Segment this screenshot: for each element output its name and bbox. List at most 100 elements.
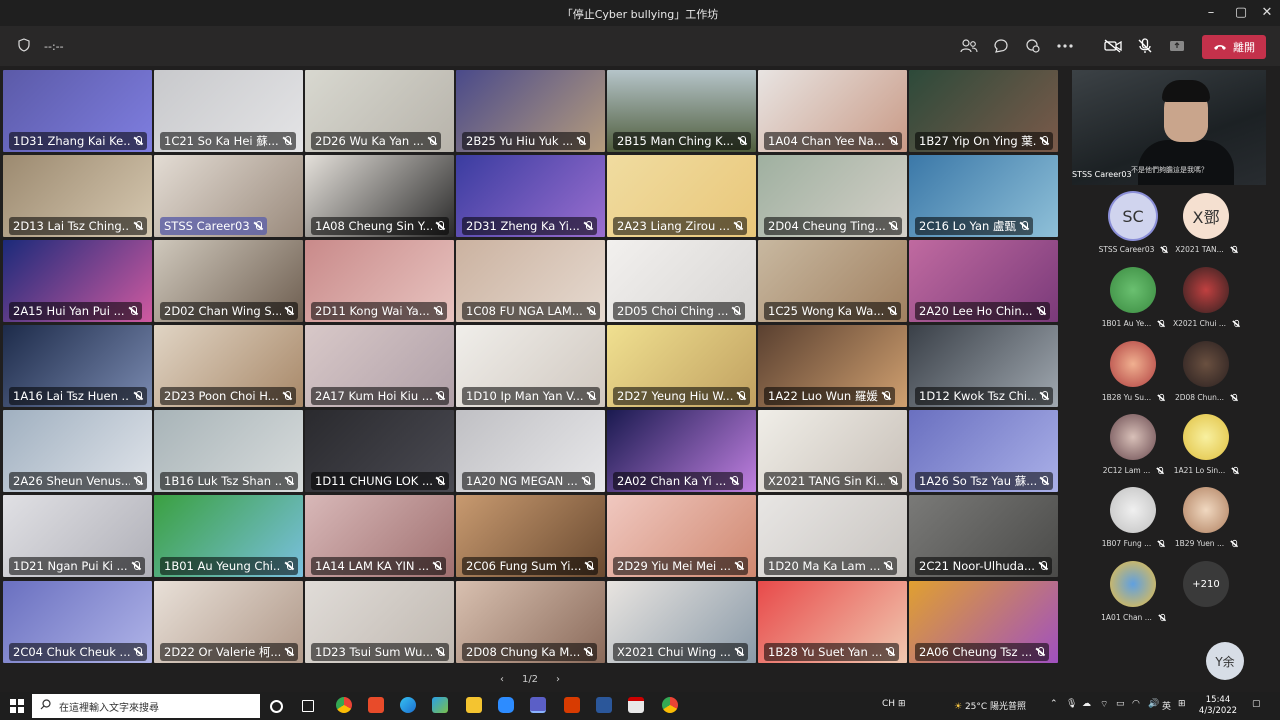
participant-video-tile[interactable]: 2C04 Chuk Cheuk ... [3, 581, 152, 663]
attendee-avatar[interactable]: 2D08 Chun... [1166, 341, 1246, 402]
participant-video-tile[interactable]: 2D23 Poon Choi H... [154, 325, 303, 407]
participant-video-tile[interactable]: 2A20 Lee Ho Chin... [909, 240, 1058, 322]
clock[interactable]: 15:44 4/3/2022 [1198, 695, 1238, 717]
teams-icon[interactable] [530, 697, 546, 713]
participant-video-tile[interactable]: 2D29 Yiu Mei Mei ... [607, 495, 756, 577]
attendee-avatar[interactable]: X鄧 X2021 TAN... [1166, 193, 1246, 254]
participant-video-tile[interactable]: 1A22 Luo Wun 羅媛 [758, 325, 907, 407]
chrome-icon-2[interactable] [662, 697, 678, 713]
previous-page-icon[interactable]: ‹ [500, 674, 504, 685]
participant-video-tile[interactable]: 1D11 CHUNG LOK ... [305, 410, 454, 492]
pdf-icon[interactable] [628, 697, 644, 713]
show-hidden-icons[interactable]: ⌃ [1050, 699, 1058, 709]
app-icon[interactable] [368, 697, 384, 713]
participant-video-tile[interactable]: 1A16 Lai Tsz Huen ... [3, 325, 152, 407]
cortana-icon[interactable] [270, 700, 283, 713]
input-switch-icon[interactable]: ⊞ [898, 699, 906, 709]
taskbar-search-box[interactable]: 在這裡輸入文字來搜尋 [32, 694, 260, 718]
attendee-avatar[interactable]: 1B29 Yuen ... [1166, 487, 1246, 548]
store-icon[interactable] [432, 697, 448, 713]
participant-video-tile[interactable]: 2A23 Liang Zirou ... [607, 155, 756, 237]
close-button[interactable]: ✕ [1252, 0, 1280, 26]
notification-icon[interactable]: ▢ [1252, 699, 1261, 709]
participant-video-tile[interactable]: 2A17 Kum Hoi Kiu ... [305, 325, 454, 407]
participant-video-tile[interactable]: 2D13 Lai Tsz Ching... [3, 155, 152, 237]
participant-video-tile[interactable]: 1D23 Tsui Sum Wu... [305, 581, 454, 663]
attendee-avatar[interactable]: X2021 Chui ... [1166, 267, 1246, 328]
participant-video-tile[interactable]: 1D10 Ip Man Yan V... [456, 325, 605, 407]
participant-video-tile[interactable]: 1D31 Zhang Kai Ke... [3, 70, 152, 152]
volume-icon[interactable]: 🔊 [1148, 699, 1159, 709]
participant-video-tile[interactable]: 2A15 Hui Yan Pui ... [3, 240, 152, 322]
participant-video-tile[interactable]: 2D31 Zheng Ka Yi... [456, 155, 605, 237]
participant-video-tile[interactable]: 2B25 Yu Hiu Yuk ... [456, 70, 605, 152]
chrome-icon[interactable] [336, 697, 352, 713]
attendee-avatar[interactable]: SC STSS Career03 [1093, 193, 1173, 254]
participant-video-tile[interactable]: 2D05 Choi Ching ... [607, 240, 756, 322]
ime-hint[interactable]: CH [882, 699, 895, 709]
participant-video-tile[interactable]: 1A14 LAM KA YIN ... [305, 495, 454, 577]
self-avatar[interactable]: Y余 [1206, 642, 1244, 680]
participant-video-tile[interactable]: 1A04 Chan Yee Na... [758, 70, 907, 152]
attendee-avatar[interactable]: 1B07 Fung ... [1093, 487, 1173, 548]
task-view-icon[interactable] [302, 700, 314, 712]
windows-start-icon[interactable] [10, 699, 24, 713]
participant-video-tile[interactable]: 1C08 FU NGA LAM... [456, 240, 605, 322]
participant-video-tile[interactable]: X2021 TANG Sin Ki... [758, 410, 907, 492]
people-icon[interactable] [958, 36, 980, 56]
participant-video-tile[interactable]: 1B28 Yu Suet Yan ... [758, 581, 907, 663]
participant-video-tile[interactable]: X2021 Chui Wing ... [607, 581, 756, 663]
attendee-avatar[interactable]: 1B01 Au Ye... [1093, 267, 1173, 328]
participant-video-tile[interactable]: STSS Career03 [154, 155, 303, 237]
attendee-avatar[interactable]: 2C12 Lam ... [1093, 414, 1173, 475]
share-screen-icon[interactable] [1166, 36, 1188, 56]
participant-video-tile[interactable]: 1C25 Wong Ka Wa... [758, 240, 907, 322]
edge-icon[interactable] [400, 697, 416, 713]
word-icon[interactable] [596, 697, 612, 713]
reactions-icon[interactable] [1022, 36, 1044, 56]
battery-icon[interactable]: ▭ [1116, 699, 1125, 709]
participant-video-tile[interactable]: 2D26 Wu Ka Yan ... [305, 70, 454, 152]
onedrive-icon[interactable]: ☁ [1082, 699, 1091, 709]
participant-video-tile[interactable]: 2C06 Fung Sum Yi... [456, 495, 605, 577]
more-participants-button[interactable]: +210 [1166, 561, 1246, 607]
participant-video-tile[interactable]: 2D08 Chung Ka M... [456, 581, 605, 663]
participant-video-tile[interactable]: 2B15 Man Ching K... [607, 70, 756, 152]
participant-video-tile[interactable]: 2A26 Sheun Venus... [3, 410, 152, 492]
attendee-avatar[interactable]: 1A21 Lo Sin... [1166, 414, 1246, 475]
participant-video-tile[interactable]: 2C16 Lo Yan 盧甄 [909, 155, 1058, 237]
participant-video-tile[interactable]: 1B27 Yip On Ying 葉... [909, 70, 1058, 152]
participant-video-tile[interactable]: 1A26 So Tsz Yau 蘇... [909, 410, 1058, 492]
participant-video-tile[interactable]: 1C21 So Ka Hei 蘇... [154, 70, 303, 152]
participant-video-tile[interactable]: 1A20 NG MEGAN ... [456, 410, 605, 492]
zoom-icon[interactable] [498, 697, 514, 713]
participant-video-tile[interactable]: 1D21 Ngan Pui Ki ... [3, 495, 152, 577]
participant-video-tile[interactable]: 1D20 Ma Ka Lam ... [758, 495, 907, 577]
minimize-button[interactable]: – [1196, 0, 1226, 26]
participant-video-tile[interactable]: 1B16 Luk Tsz Shan ... [154, 410, 303, 492]
chat-icon[interactable] [990, 36, 1012, 56]
wifi-icon[interactable]: ◠ [1132, 699, 1140, 709]
leave-button[interactable]: 離開 [1202, 35, 1266, 59]
network-icon[interactable]: ⌔ [1100, 699, 1108, 710]
mic-off-icon[interactable] [1134, 36, 1156, 56]
participant-video-tile[interactable]: 2D27 Yeung Hiu W... [607, 325, 756, 407]
participant-video-tile[interactable]: 2D04 Cheung Ting... [758, 155, 907, 237]
weather-widget[interactable]: ☀ 25°C 陽光普照 [954, 699, 1026, 712]
participant-video-tile[interactable]: 2C21 Noor-Ulhuda... [909, 495, 1058, 577]
participant-video-tile[interactable]: 1A08 Cheung Sin Y... [305, 155, 454, 237]
mic-tray-icon[interactable]: 🎙 [1066, 699, 1077, 709]
participant-video-tile[interactable]: 2D22 Or Valerie 柯... [154, 581, 303, 663]
participant-video-tile[interactable]: 2A06 Cheung Tsz ... [909, 581, 1058, 663]
participant-video-tile[interactable]: 2D11 Kong Wai Ya... [305, 240, 454, 322]
attendee-avatar[interactable]: 1B28 Yu Su... [1093, 341, 1173, 402]
ime-mode-icon[interactable]: ⊞ [1178, 699, 1186, 709]
language-indicator[interactable]: 英 [1162, 699, 1171, 712]
participant-video-tile[interactable]: 2A02 Chan Ka Yi ... [607, 410, 756, 492]
more-options-icon[interactable] [1054, 36, 1076, 56]
office-icon[interactable] [564, 697, 580, 713]
participant-video-tile[interactable]: 2D02 Chan Wing S... [154, 240, 303, 322]
file-explorer-icon[interactable] [466, 697, 482, 713]
next-page-icon[interactable]: › [556, 674, 560, 685]
attendee-avatar[interactable]: 1A01 Chan ... [1093, 561, 1173, 622]
